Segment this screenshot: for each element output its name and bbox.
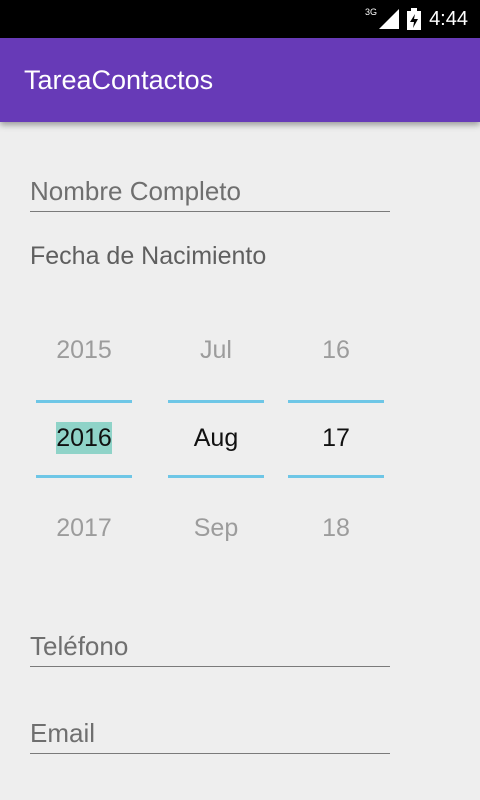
day-selected[interactable]: 17 [288,424,384,453]
day-divider-bottom [288,475,384,478]
day-next[interactable]: 18 [288,514,384,543]
battery-icon [407,8,422,30]
app-title: TareaContactos [24,65,214,95]
clock: 4:44 [429,7,468,30]
email-field[interactable]: Email [30,718,390,754]
month-selected[interactable]: Aug [168,424,264,453]
month-divider-bottom [168,475,264,478]
status-icons: 3G 4:44 [365,0,468,38]
nombre-placeholder: Nombre Completo [30,176,241,206]
app-bar: TareaContactos [0,38,480,122]
year-next[interactable]: 2017 [36,514,132,543]
network-type: 3G [365,7,378,17]
month-prev[interactable]: Jul [168,336,264,365]
signal-icon [379,9,400,29]
month-divider-top [168,400,264,403]
telefono-placeholder: Teléfono [30,631,129,661]
year-prev[interactable]: 2015 [36,336,132,365]
month-picker[interactable]: Jul Aug Sep [168,320,264,560]
nombre-field[interactable]: Nombre Completo [30,176,390,212]
year-selected-item[interactable]: 2016 [36,422,132,454]
month-next[interactable]: Sep [168,514,264,543]
year-picker[interactable]: 2015 2016 2017 [36,320,132,560]
day-divider-top [288,400,384,403]
day-prev[interactable]: 16 [288,336,384,365]
status-bar: 3G 4:44 [0,0,480,38]
fecha-label: Fecha de Nacimiento [30,242,267,270]
email-placeholder: Email [30,718,96,748]
telefono-field[interactable]: Teléfono [30,631,390,667]
year-divider-top [36,400,132,403]
year-divider-bottom [36,475,132,478]
day-picker[interactable]: 16 17 18 [288,320,384,560]
year-selected[interactable]: 2016 [56,422,112,454]
